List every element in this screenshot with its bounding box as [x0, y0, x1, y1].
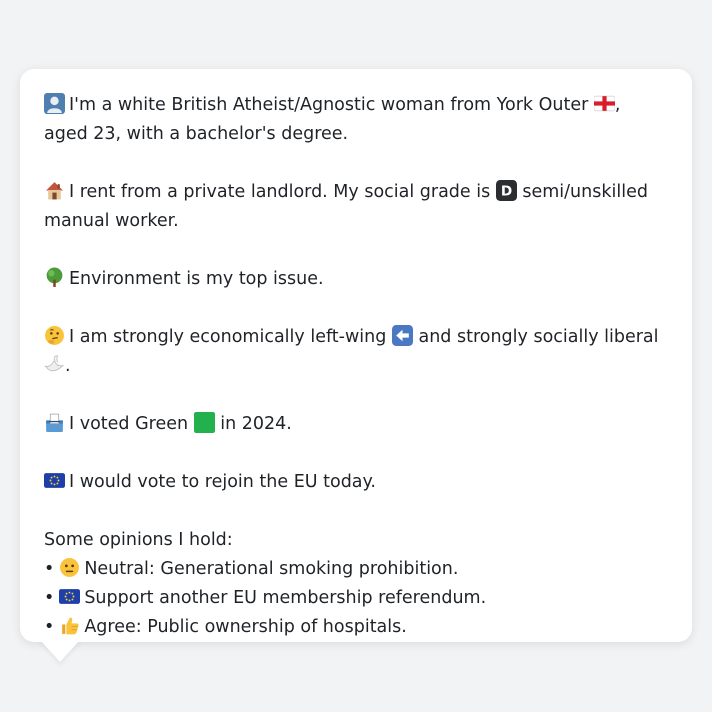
svg-text:D: D — [501, 184, 512, 200]
eu-line: I would vote to rejoin the EU today. — [44, 468, 668, 497]
housing-text-start: I rent from a private landlord. My socia… — [69, 182, 496, 202]
issue-text: Environment is my top issue. — [69, 269, 324, 289]
opinion-item: • Agree: Public ownership of hospitals. — [44, 613, 668, 642]
opinions-heading: Some opinions I hold: — [44, 530, 233, 550]
thumbs-up-icon — [62, 617, 79, 635]
politics-text-mid: and strongly socially liberal — [412, 327, 659, 347]
bullet-icon: • — [44, 588, 55, 608]
vote-text-start: I voted Green — [69, 414, 194, 434]
bullet-icon: • — [44, 559, 55, 579]
housing-line: I rent from a private landlord. My socia… — [44, 178, 668, 236]
england-flag-icon — [593, 95, 615, 112]
eu-text: I would vote to rejoin the EU today. — [69, 472, 376, 492]
vote-text-end: in 2024. — [214, 414, 292, 434]
tree-icon — [46, 267, 63, 287]
politics-text-end: . — [65, 356, 71, 376]
person-silhouette-icon — [44, 93, 65, 114]
message-bubble: I'm a white British Atheist/Agnostic wom… — [20, 69, 692, 642]
ballot-box-icon — [46, 413, 63, 432]
opinion-item: • Support another EU membership referend… — [44, 584, 668, 613]
grade-letter-icon: D — [495, 180, 517, 201]
eu-flag-icon — [44, 473, 65, 488]
opinions-section: Some opinions I hold: • Neutral: Generat… — [44, 526, 668, 642]
identity-text-start: I'm a white British Atheist/Agnostic wom… — [69, 95, 594, 115]
identity-line: I'm a white British Atheist/Agnostic wom… — [44, 91, 668, 149]
green-square-icon — [193, 412, 215, 433]
house-icon — [46, 182, 63, 200]
neutral-face-icon — [60, 558, 80, 577]
bullet-icon: • — [44, 617, 55, 637]
thinking-face-icon — [45, 326, 64, 345]
opinion-item: • Neutral: Generational smoking prohibit… — [44, 555, 668, 584]
opinion-text: Support another EU membership referendum… — [84, 588, 487, 608]
eu-flag-icon — [59, 589, 81, 604]
issue-line: Environment is my top issue. — [44, 265, 668, 294]
politics-text-start: I am strongly economically left-wing — [69, 327, 392, 347]
politics-line: I am strongly economically left-wing and… — [44, 323, 668, 381]
vote-line: I voted Green in 2024. — [44, 410, 668, 439]
opinion-text: Agree: Public ownership of hospitals. — [84, 617, 407, 637]
bubble-tail — [40, 640, 80, 662]
left-arrow-icon — [391, 325, 413, 346]
dove-icon — [44, 355, 65, 372]
opinion-text: Neutral: Generational smoking prohibitio… — [84, 559, 459, 579]
